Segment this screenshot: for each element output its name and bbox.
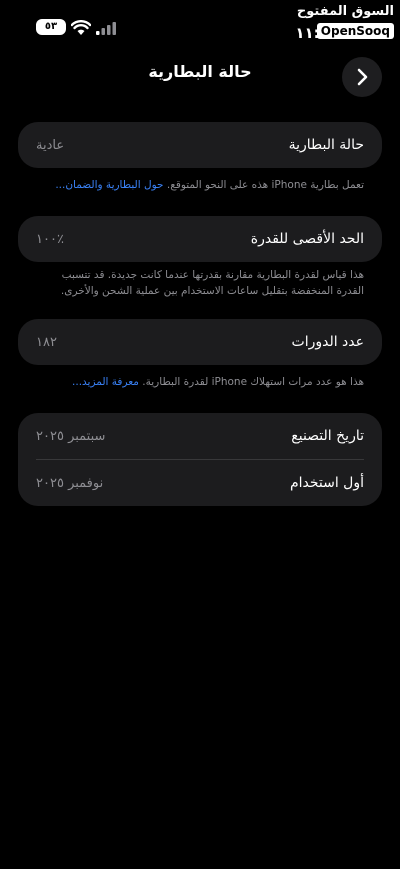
cycle-count-value: ١٨٢ <box>36 334 57 350</box>
manufacture-date-row: تاريخ التصنيع سبتمبر ٢٠٢٥ <box>18 413 382 459</box>
watermark-arabic: السوق المفتوح <box>296 4 394 19</box>
learn-more-link[interactable]: معرفة المزيد... <box>72 376 139 388</box>
dates-card: تاريخ التصنيع سبتمبر ٢٠٢٥ أول استخدام نو… <box>18 413 382 506</box>
first-use-row: أول استخدام نوفمبر ٢٠٢٥ <box>18 460 382 506</box>
battery-condition-value: عادية <box>36 137 65 153</box>
signal-icon <box>96 22 116 35</box>
status-bar: ٥٣ ١١:٠٥ السوق المفتوح OpenSooq <box>0 0 400 44</box>
battery-condition-label: حالة البطارية <box>288 137 364 153</box>
battery-warranty-link[interactable]: حول البطارية والضمان... <box>55 179 163 191</box>
watermark-english: OpenSooq <box>316 23 394 39</box>
max-capacity-label: الحد الأقصى للقدرة <box>250 231 364 247</box>
manufacture-date-value: سبتمبر ٢٠٢٥ <box>36 428 106 444</box>
battery-condition-note-text: تعمل بطارية iPhone هذه على النحو المتوقع… <box>166 179 364 191</box>
manufacture-date-label: تاريخ التصنيع <box>291 428 364 444</box>
cycle-count-card: عدد الدورات ١٨٢ <box>18 319 382 365</box>
page-title: حالة البطارية <box>148 62 252 81</box>
cycle-count-note-text: هذا هو عدد مرات استهلاك iPhone لقدرة الب… <box>142 376 364 388</box>
cycle-count-row: عدد الدورات ١٨٢ <box>18 319 382 365</box>
first-use-label: أول استخدام <box>289 475 364 491</box>
max-capacity-row: الحد الأقصى للقدرة ٪١٠٠ <box>18 216 382 262</box>
battery-indicator: ٥٣ <box>36 19 66 35</box>
max-capacity-value: ٪١٠٠ <box>36 231 64 247</box>
max-capacity-card: الحد الأقصى للقدرة ٪١٠٠ <box>18 216 382 262</box>
first-use-value: نوفمبر ٢٠٢٥ <box>36 475 104 491</box>
battery-condition-card[interactable]: حالة البطارية عادية <box>18 122 382 168</box>
cycle-count-label: عدد الدورات <box>291 334 364 350</box>
cycle-count-note: هذا هو عدد مرات استهلاك iPhone لقدرة الب… <box>34 374 364 390</box>
battery-condition-note: تعمل بطارية iPhone هذه على النحو المتوقع… <box>34 177 364 193</box>
battery-condition-row[interactable]: حالة البطارية عادية <box>18 122 382 168</box>
opensooq-watermark: السوق المفتوح OpenSooq <box>297 4 394 39</box>
wifi-icon <box>71 20 91 35</box>
max-capacity-note: هذا قياس لقدرة البطارية مقارنة بقدرتها ع… <box>60 269 364 297</box>
